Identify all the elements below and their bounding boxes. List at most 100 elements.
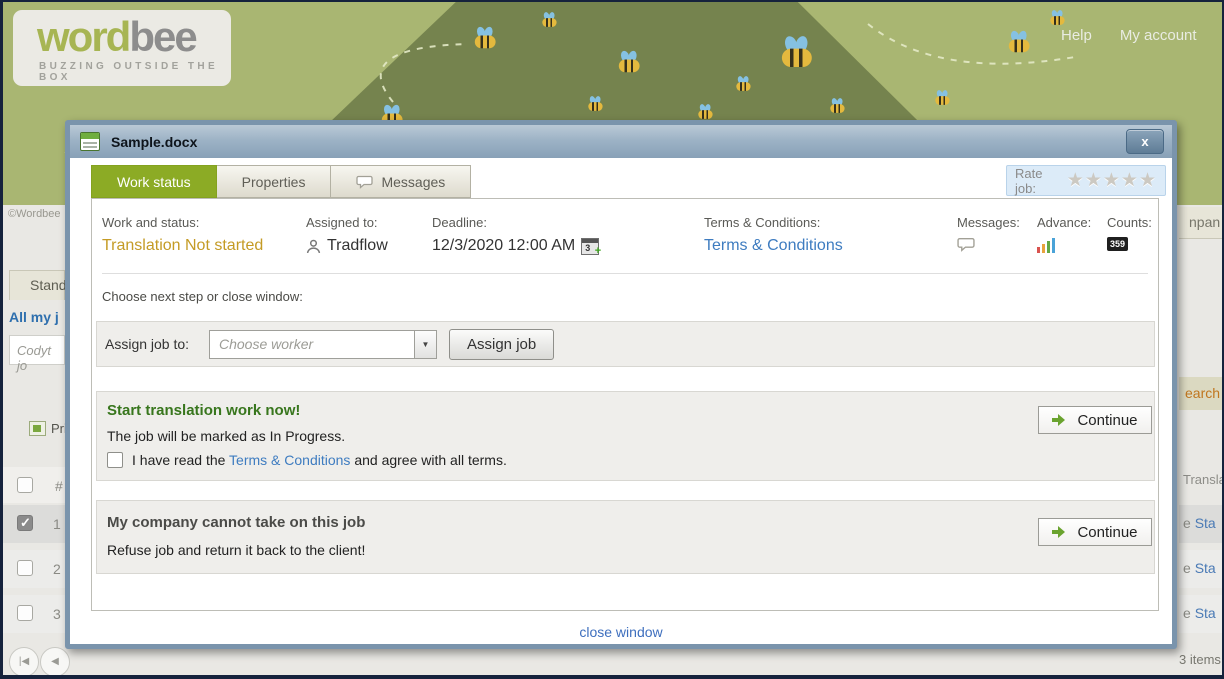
bee-icon bbox=[698, 104, 715, 119]
divider bbox=[102, 273, 1148, 274]
job-dialog: Sample.docx x Work status Properties Mes… bbox=[65, 120, 1177, 649]
agree-terms-row: I have read the Terms & Conditions and a… bbox=[107, 452, 507, 468]
close-window-link[interactable]: close window bbox=[70, 624, 1172, 640]
nav-help-link[interactable]: Help bbox=[1061, 27, 1092, 44]
info-work-status: Work and status: Translation Not started bbox=[102, 215, 263, 255]
bee-icon bbox=[1050, 10, 1067, 25]
info-counts: Counts: 359 bbox=[1107, 215, 1152, 251]
terms-conditions-link[interactable]: Terms & Conditions bbox=[229, 452, 350, 468]
calendar-add-icon[interactable]: 3+ bbox=[581, 238, 599, 255]
start-link[interactable]: Sta bbox=[1195, 605, 1216, 621]
refuse-section-subtitle: Refuse job and return it back to the cli… bbox=[107, 542, 365, 558]
star-icon[interactable]: ★ bbox=[1103, 170, 1121, 191]
top-nav: Help My account Logout bbox=[1061, 27, 1222, 44]
row-checkbox[interactable] bbox=[17, 605, 33, 621]
star-icon[interactable]: ★ bbox=[1139, 170, 1157, 191]
star-icon[interactable]: ★ bbox=[1085, 170, 1103, 191]
background-tab-company[interactable]: npan bbox=[1179, 207, 1224, 239]
deadline-value: 12/3/2020 12:00 AM bbox=[432, 237, 575, 255]
background-table-header: # bbox=[3, 467, 65, 503]
background-print-control[interactable]: Pri bbox=[29, 421, 67, 436]
background-tab-standard[interactable]: Stand bbox=[9, 270, 65, 300]
info-messages: Messages: bbox=[957, 215, 1020, 252]
star-icon[interactable]: ★ bbox=[1121, 170, 1139, 191]
start-translation-panel: Start translation work now! The job will… bbox=[96, 391, 1155, 481]
items-count: 3 items bbox=[1179, 652, 1221, 667]
pager-prev-button[interactable]: ◀ bbox=[40, 647, 70, 677]
select-all-checkbox[interactable] bbox=[17, 477, 33, 493]
rate-job-label: Rate job: bbox=[1015, 166, 1060, 196]
close-icon[interactable]: x bbox=[1126, 129, 1164, 154]
print-icon bbox=[29, 421, 46, 436]
tab-properties[interactable]: Properties bbox=[217, 165, 332, 198]
start-section-subtitle: The job will be marked as In Progress. bbox=[107, 428, 345, 444]
refuse-section-title: My company cannot take on this job bbox=[107, 514, 365, 531]
start-link[interactable]: Sta bbox=[1195, 515, 1216, 531]
table-row-fragment: e Sta bbox=[1179, 505, 1224, 543]
row-checkbox[interactable] bbox=[17, 515, 33, 531]
bee-icon bbox=[736, 76, 753, 91]
dialog-titlebar: Sample.docx x bbox=[70, 125, 1172, 158]
terms-conditions-link[interactable]: Terms & Conditions bbox=[704, 237, 843, 255]
start-link[interactable]: Sta bbox=[1195, 560, 1216, 576]
bee-icon bbox=[618, 51, 642, 73]
tab-work-status[interactable]: Work status bbox=[91, 165, 217, 198]
green-arrow-icon bbox=[1052, 414, 1066, 426]
messages-icon[interactable] bbox=[957, 237, 975, 252]
star-icon[interactable]: ★ bbox=[1067, 170, 1085, 191]
app-screen: wordbee BUZZING OUTSIDE THE BOX Help My … bbox=[0, 0, 1224, 679]
bee-icon bbox=[474, 27, 498, 49]
refuse-job-panel: My company cannot take on this job Refus… bbox=[96, 500, 1155, 574]
table-row[interactable]: 1 bbox=[3, 505, 65, 543]
pager-first-button[interactable]: |◀ bbox=[9, 647, 39, 677]
table-row[interactable]: 2 bbox=[3, 550, 65, 588]
next-step-text: Choose next step or close window: bbox=[102, 289, 303, 304]
bee-icon bbox=[588, 96, 605, 111]
combobox-placeholder: Choose worker bbox=[210, 331, 436, 358]
dialog-title: Sample.docx bbox=[111, 134, 197, 150]
continue-start-button[interactable]: Continue bbox=[1038, 406, 1152, 434]
document-icon bbox=[80, 132, 100, 151]
chevron-down-icon[interactable]: ▼ bbox=[414, 331, 436, 358]
nav-my-account-link[interactable]: My account bbox=[1120, 27, 1197, 44]
counts-badge-icon[interactable]: 359 bbox=[1107, 237, 1128, 251]
info-terms: Terms & Conditions: Terms & Conditions bbox=[704, 215, 843, 255]
column-header-number: # bbox=[55, 478, 63, 494]
assign-job-panel: Assign job to: Choose worker ▼ Assign jo… bbox=[96, 321, 1155, 367]
continue-refuse-button[interactable]: Continue bbox=[1038, 518, 1152, 546]
copyright-text: ©Wordbee bbox=[8, 208, 61, 220]
tab-messages[interactable]: Messages bbox=[331, 165, 471, 198]
assign-job-button[interactable]: Assign job bbox=[449, 329, 554, 360]
choose-worker-combobox[interactable]: Choose worker ▼ bbox=[209, 330, 437, 359]
table-row[interactable]: 3 bbox=[3, 595, 65, 633]
green-arrow-icon bbox=[1052, 526, 1066, 538]
bee-icon bbox=[542, 12, 559, 27]
wordbee-logo[interactable]: wordbee BUZZING OUTSIDE THE BOX bbox=[13, 10, 231, 86]
row-checkbox[interactable] bbox=[17, 560, 33, 576]
info-advance: Advance: bbox=[1037, 215, 1091, 253]
agree-terms-text: I have read the Terms & Conditions and a… bbox=[132, 452, 507, 468]
dialog-body: Work status Properties Messages Rate job… bbox=[70, 158, 1172, 644]
bee-icon bbox=[1008, 31, 1032, 53]
bee-icon bbox=[781, 36, 816, 67]
info-deadline: Deadline: 12/3/2020 12:00 AM 3+ bbox=[432, 215, 599, 255]
assigned-value: Tradflow bbox=[327, 237, 388, 255]
table-row-fragment: e Sta bbox=[1179, 595, 1224, 633]
bee-icon bbox=[935, 90, 952, 105]
rate-job-box: Rate job: ★★★★★ bbox=[1006, 165, 1166, 196]
advance-chart-icon[interactable] bbox=[1037, 237, 1091, 253]
person-icon bbox=[306, 239, 321, 254]
background-search-link[interactable]: earch bbox=[1179, 377, 1224, 410]
logo-text: wordbee bbox=[37, 16, 231, 58]
assign-job-label: Assign job to: bbox=[105, 336, 189, 352]
status-value: Translation Not started bbox=[102, 237, 263, 255]
table-row-fragment: e Sta bbox=[1179, 550, 1224, 588]
background-filter-input[interactable]: Codyt jo bbox=[9, 335, 65, 365]
background-link-all-my-jobs[interactable]: All my j bbox=[9, 309, 59, 325]
start-section-title: Start translation work now! bbox=[107, 402, 300, 419]
speech-bubble-icon bbox=[356, 175, 373, 189]
info-assigned: Assigned to: Tradflow bbox=[306, 215, 388, 255]
bee-icon bbox=[830, 98, 847, 113]
background-column-translation: Transla bbox=[1183, 472, 1224, 487]
agree-terms-checkbox[interactable] bbox=[107, 452, 123, 468]
